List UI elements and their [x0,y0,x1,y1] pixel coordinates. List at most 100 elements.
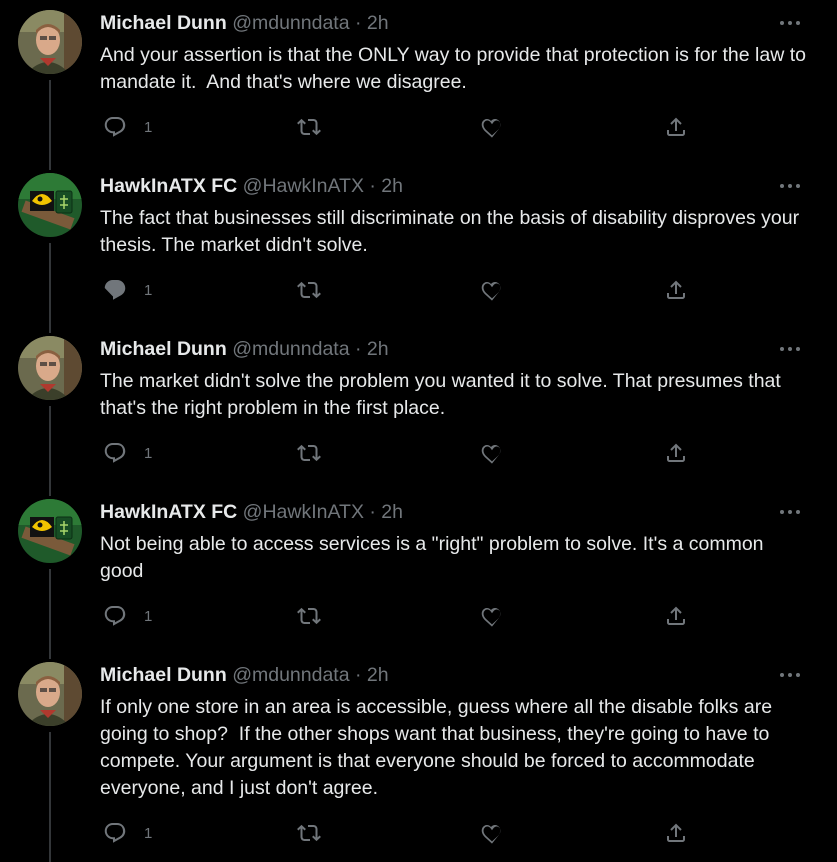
avatar[interactable] [18,336,82,400]
tweet-header: HawkInATX FC @HawkInATX · 2h [100,500,403,524]
timestamp[interactable]: 2h [367,12,389,34]
share-icon [667,280,685,299]
display-name[interactable]: Michael Dunn [100,12,227,34]
retweet-icon [297,281,321,299]
more-icon [780,673,784,677]
timestamp[interactable]: 2h [367,664,389,686]
share-icon [667,823,685,842]
avatar[interactable] [18,499,82,563]
reply-button[interactable]: 1 [103,439,152,467]
like-button[interactable] [480,819,504,847]
tweet-header: HawkInATX FC @HawkInATX · 2h [100,174,403,198]
handle[interactable]: @mdunndata [232,12,349,34]
reply-count: 1 [144,281,153,299]
more-button[interactable] [776,336,804,360]
more-icon [780,184,784,188]
retweet-icon [297,607,321,625]
reply-button[interactable]: 1 [103,602,152,630]
share-button[interactable] [664,439,688,467]
display-name[interactable]: Michael Dunn [100,338,227,360]
timestamp[interactable]: 2h [367,338,389,360]
tweet-header: Michael Dunn @mdunndata · 2h [100,11,389,35]
reply-button[interactable]: 1 [103,819,152,847]
reply-count: 1 [144,444,153,462]
tweet-text: And your assertion is that the ONLY way … [100,44,812,93]
retweet-button[interactable] [297,819,321,847]
action-bar: 1 [100,276,700,304]
like-button[interactable] [480,276,504,304]
tweet[interactable]: Michael Dunn @mdunndata · 2h If only one… [0,652,837,862]
separator: · [369,175,376,197]
tweet-header: Michael Dunn @mdunndata · 2h [100,663,389,687]
avatar[interactable] [18,10,82,74]
reply-count: 1 [144,118,153,136]
tweet-text: The market didn't solve the problem you … [100,370,787,419]
like-button[interactable] [480,439,504,467]
retweet-button[interactable] [297,113,321,141]
share-icon [667,606,685,625]
reply-button[interactable]: 1 [103,113,152,141]
handle[interactable]: @HawkInATX [243,175,364,197]
action-bar: 1 [100,819,700,847]
retweet-button[interactable] [297,439,321,467]
reply-icon [104,823,126,843]
timestamp[interactable]: 2h [381,175,403,197]
separator: · [354,664,362,686]
separator: · [369,501,376,523]
retweet-button[interactable] [297,602,321,630]
reply-icon [104,606,126,626]
retweet-button[interactable] [297,276,321,304]
avatar[interactable] [18,662,82,726]
retweet-icon [297,824,321,842]
tweet[interactable]: Michael Dunn @mdunndata · 2h The market … [0,326,837,489]
tweet[interactable]: HawkInATX FC @HawkInATX · 2h The fact th… [0,163,837,326]
share-button[interactable] [664,276,688,304]
more-button[interactable] [776,10,804,34]
retweet-icon [297,444,321,462]
avatar[interactable] [18,173,82,237]
avatar-man-photo-icon [18,10,82,74]
share-button[interactable] [664,602,688,630]
more-button[interactable] [776,662,804,686]
tweet-text: Not being able to access services is a "… [100,533,769,582]
reply-icon [104,280,126,300]
avatar-man-photo-icon [18,336,82,400]
display-name[interactable]: Michael Dunn [100,664,227,686]
reply-icon [104,443,126,463]
avatar-hawkeye-logo-icon [18,173,82,237]
more-button[interactable] [776,499,804,523]
reply-count: 1 [144,607,153,625]
avatar-hawkeye-logo-icon [18,499,82,563]
separator: · [354,338,362,360]
more-icon [780,510,784,514]
heart-icon [481,445,501,464]
display-name[interactable]: HawkInATX FC [100,175,237,197]
tweet-header: Michael Dunn @mdunndata · 2h [100,337,389,361]
action-bar: 1 [100,602,700,630]
tweet-text: If only one store in an area is accessib… [100,696,778,799]
share-icon [667,443,685,462]
more-icon [780,21,784,25]
tweet[interactable]: HawkInATX FC @HawkInATX · 2h Not being a… [0,489,837,652]
heart-icon [481,119,501,138]
share-button[interactable] [664,819,688,847]
heart-icon [481,282,501,301]
timestamp[interactable]: 2h [381,501,403,523]
like-button[interactable] [480,602,504,630]
more-icon [780,347,784,351]
tweet[interactable]: Michael Dunn @mdunndata · 2h And your as… [0,0,837,163]
reply-icon [104,117,126,137]
share-button[interactable] [664,113,688,141]
share-icon [667,117,685,136]
action-bar: 1 [100,439,700,467]
reply-button[interactable]: 1 [103,276,152,304]
more-button[interactable] [776,173,804,197]
heart-icon [481,825,501,844]
handle[interactable]: @mdunndata [232,664,349,686]
reply-count: 1 [144,824,153,842]
like-button[interactable] [480,113,504,141]
handle[interactable]: @mdunndata [232,338,349,360]
display-name[interactable]: HawkInATX FC [100,501,237,523]
avatar-man-photo-icon [18,662,82,726]
handle[interactable]: @HawkInATX [243,501,364,523]
